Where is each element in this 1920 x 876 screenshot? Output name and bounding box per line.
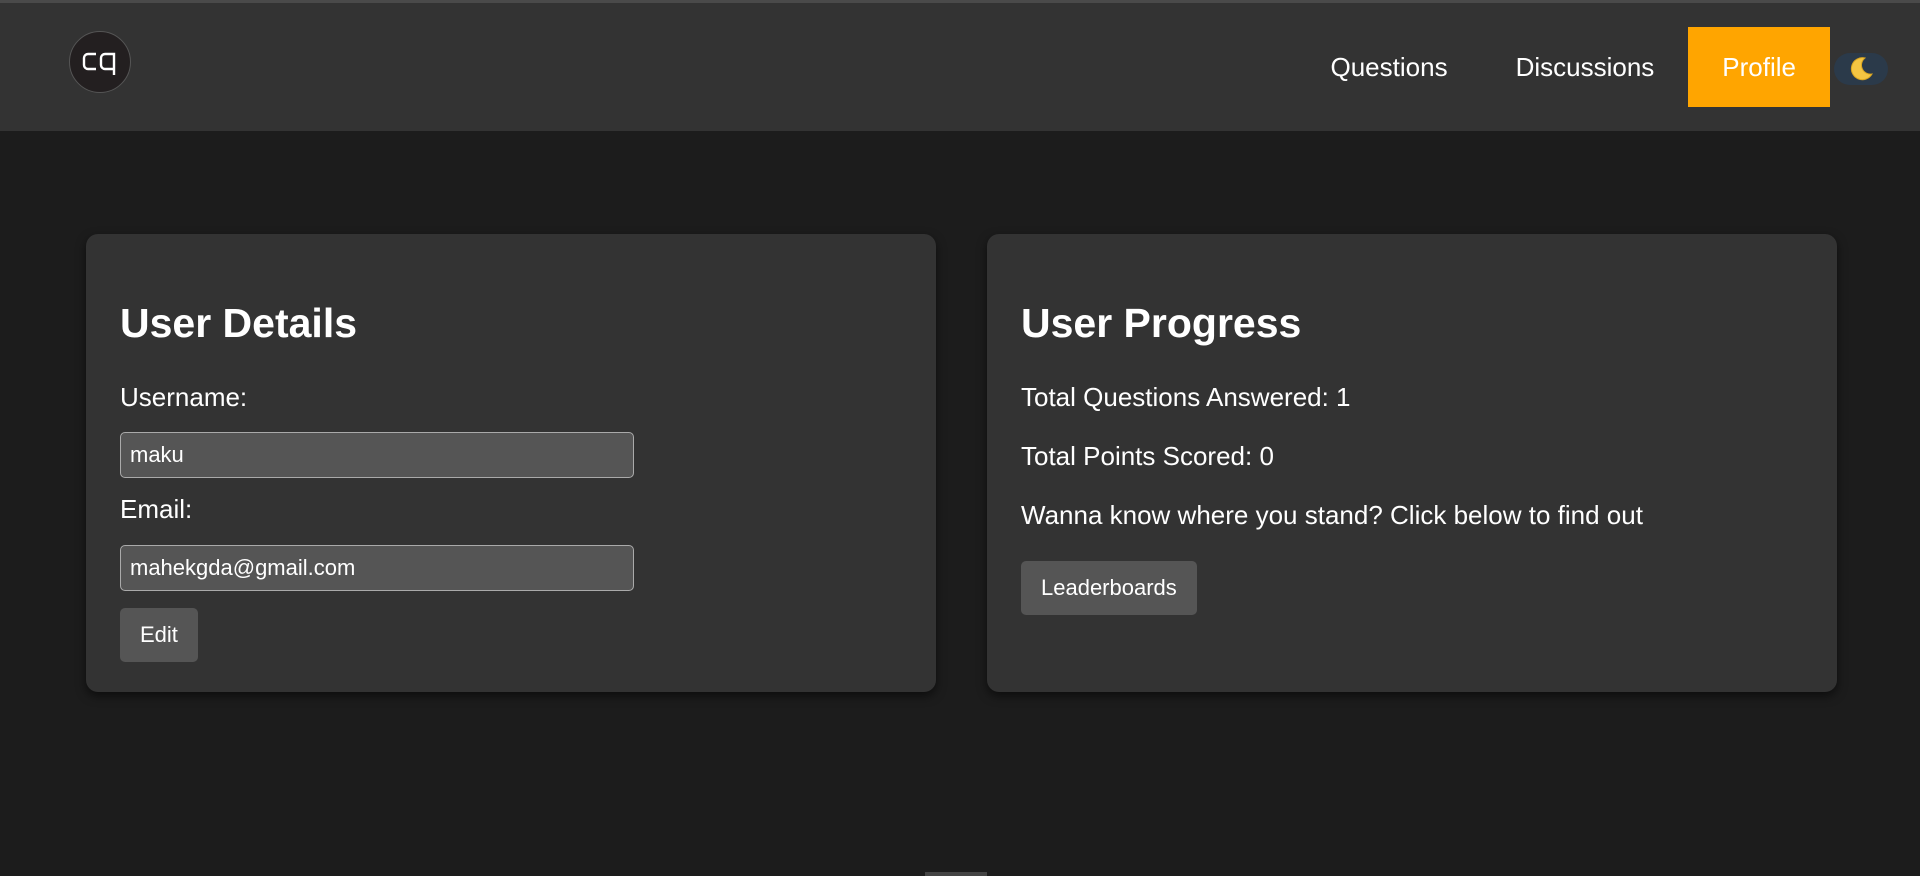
nav-questions[interactable]: Questions bbox=[1297, 27, 1482, 107]
nav-links: Questions Discussions Profile bbox=[1297, 27, 1830, 107]
email-input[interactable] bbox=[120, 545, 634, 591]
leaderboards-button[interactable]: Leaderboards bbox=[1021, 561, 1197, 615]
scroll-indicator bbox=[925, 872, 987, 876]
username-label: Username: bbox=[120, 382, 248, 412]
edit-button[interactable]: Edit bbox=[120, 608, 198, 662]
nav-discussions[interactable]: Discussions bbox=[1482, 27, 1689, 107]
user-details-title: User Details bbox=[120, 300, 358, 346]
logo[interactable] bbox=[69, 31, 131, 93]
user-progress-title: User Progress bbox=[1021, 300, 1302, 346]
user-progress-card: User Progress Total Questions Answered: … bbox=[987, 234, 1837, 692]
points-scored: Total Points Scored: 0 bbox=[1021, 441, 1274, 471]
questions-answered: Total Questions Answered: 1 bbox=[1021, 382, 1351, 412]
email-label: Email: bbox=[120, 494, 193, 524]
username-input[interactable] bbox=[120, 432, 634, 478]
theme-toggle[interactable] bbox=[1834, 53, 1888, 85]
navbar: Questions Discussions Profile bbox=[0, 3, 1920, 131]
user-details-card: User Details Username: Email: Edit bbox=[86, 234, 936, 692]
cq-logo-icon bbox=[82, 52, 116, 75]
moon-icon bbox=[1850, 57, 1873, 81]
leaderboard-prompt: Wanna know where you stand? Click below … bbox=[1021, 500, 1643, 530]
nav-profile[interactable]: Profile bbox=[1688, 27, 1830, 107]
